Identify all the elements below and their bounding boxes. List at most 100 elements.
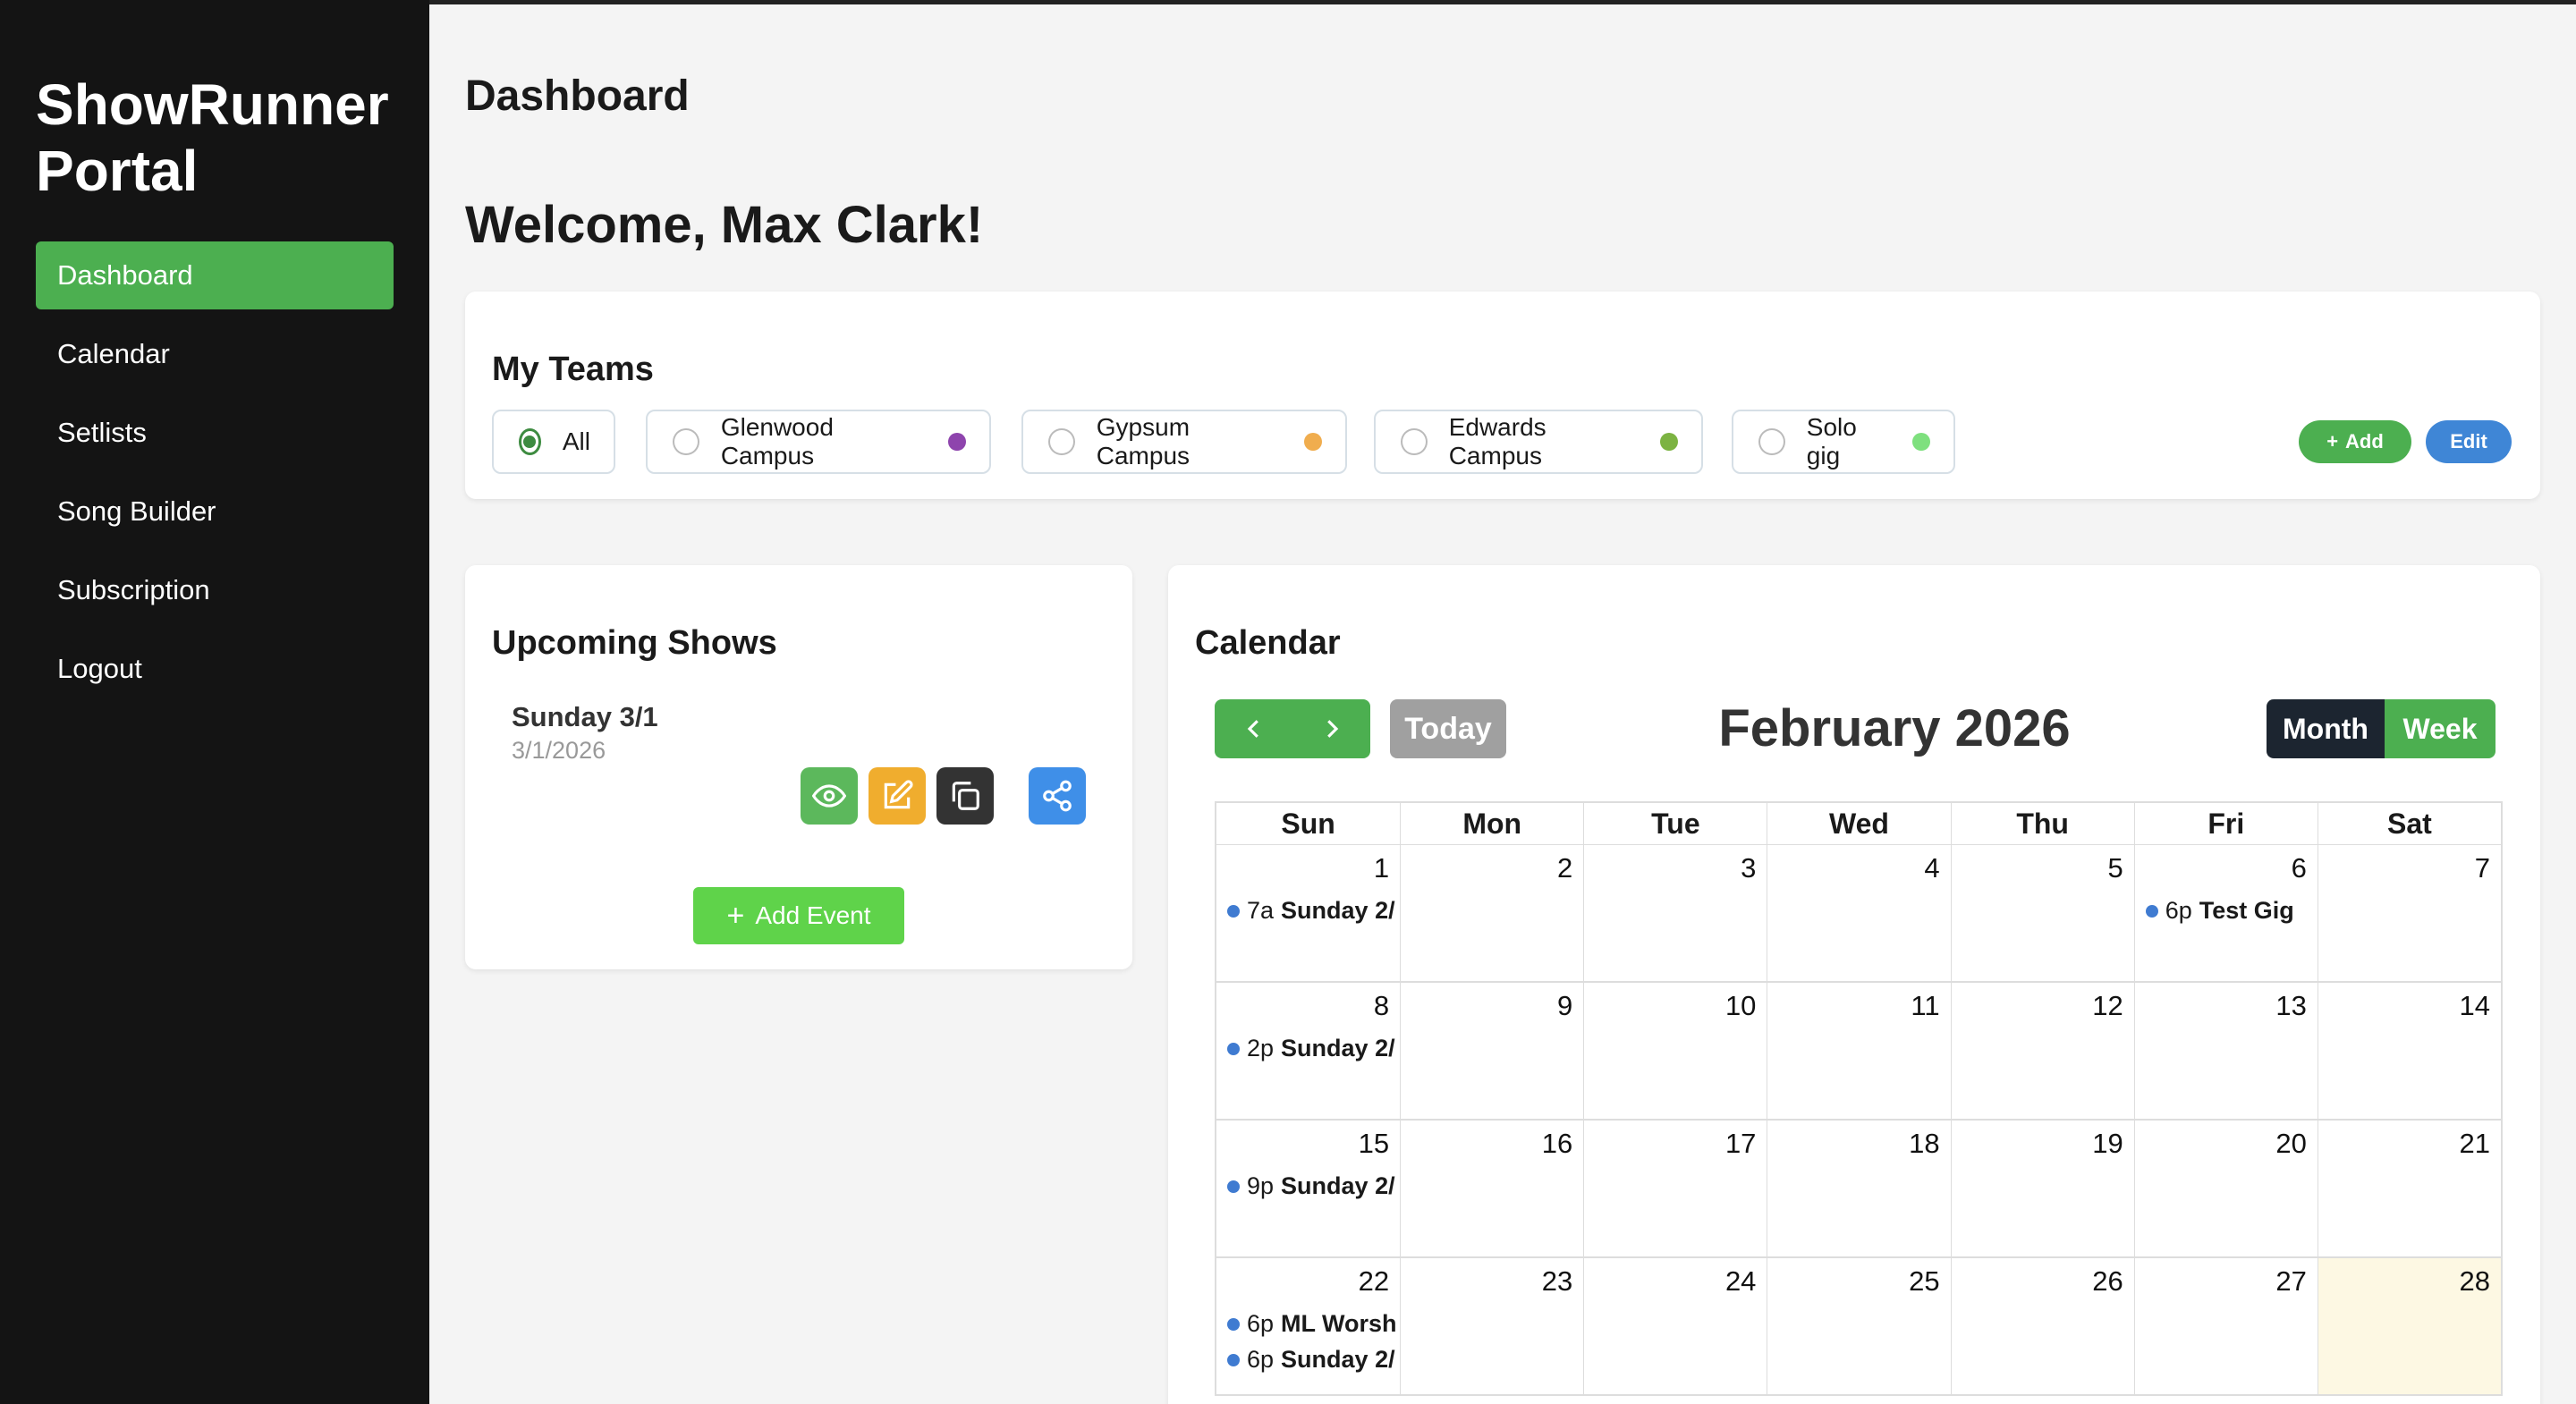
sidebar-item-setlists[interactable]: Setlists (36, 399, 394, 467)
brand-title: ShowRunner Portal (36, 72, 389, 203)
team-label: Gypsum Campus (1096, 413, 1191, 469)
day-number: 15 (1358, 1128, 1390, 1159)
day-number: 9 (1557, 990, 1573, 1021)
calendar-day-cell[interactable]: 8 2p Sunday 2/ (1216, 983, 1400, 1119)
calendar-day-cell[interactable]: 14 (2317, 983, 2501, 1119)
today-button[interactable]: Today (1390, 699, 1506, 758)
calendar-event[interactable]: 6p Sunday 2/ (1227, 1346, 1395, 1374)
calendar-day-cell[interactable]: 19 (1950, 1121, 2134, 1256)
calendar-nav-group (1215, 699, 1370, 758)
calendar-day-cell[interactable]: 4 (1767, 845, 1950, 981)
calendar-day-cell[interactable]: 9 (1400, 983, 1583, 1119)
radio-icon[interactable] (1758, 428, 1785, 455)
radio-icon[interactable] (1401, 428, 1428, 455)
calendar-day-cell[interactable]: 26 (1950, 1258, 2134, 1394)
calendar-day-cell[interactable]: 16 (1400, 1121, 1583, 1256)
day-number: 16 (1541, 1128, 1573, 1159)
calendar-week-row: 1 7a Sunday 2/2 3 4 5 6 6p Test Gig 7 (1215, 845, 2503, 983)
calendar-day-cell[interactable]: 23 (1400, 1258, 1583, 1394)
calendar-event[interactable]: 7a Sunday 2/ (1227, 897, 1395, 925)
sidebar: ShowRunner Portal Dashboard Calendar Set… (0, 0, 429, 1404)
sidebar-item-logout[interactable]: Logout (36, 635, 394, 703)
weekday-header: Thu (1950, 803, 2134, 844)
day-number: 3 (1741, 852, 1757, 884)
calendar-day-cell[interactable]: 20 (2133, 1121, 2318, 1256)
calendar-week-row: 22 6p ML Worsh 6p Sunday 2/23 24 25 26 27 28 (1215, 1258, 2503, 1396)
team-color-dot (948, 433, 966, 451)
day-number: 23 (1541, 1265, 1573, 1297)
calendar-day-cell[interactable]: 17 (1583, 1121, 1767, 1256)
team-chip-edwards[interactable]: Edwards Campus (1374, 410, 1703, 474)
event-time: 6p (1247, 1346, 1275, 1373)
calendar-event[interactable]: 9p Sunday 2/ (1227, 1172, 1395, 1200)
duplicate-show-button[interactable] (936, 767, 994, 825)
day-number: 4 (1924, 852, 1940, 884)
sidebar-item-song-builder[interactable]: Song Builder (36, 478, 394, 546)
day-number: 25 (1909, 1265, 1940, 1297)
prev-month-button[interactable] (1215, 699, 1292, 758)
team-chip-all[interactable]: All (492, 410, 615, 474)
team-chip-gypsum[interactable]: Gypsum Campus (1021, 410, 1347, 474)
calendar-day-cell[interactable]: 18 (1767, 1121, 1950, 1256)
plus-icon: + (2326, 430, 2339, 452)
page-title: Dashboard (465, 72, 690, 120)
calendar-day-cell[interactable]: 10 (1583, 983, 1767, 1119)
add-event-button[interactable]: + Add Event (693, 887, 904, 944)
calendar-day-cell-today[interactable]: 28 (2317, 1258, 2501, 1394)
calendar-day-cell[interactable]: 5 (1950, 845, 2134, 981)
day-number: 26 (2092, 1265, 2123, 1297)
weekday-header: Sat (2317, 803, 2501, 844)
edit-teams-button[interactable]: Edit (2426, 420, 2512, 463)
radio-checked-icon[interactable] (519, 428, 541, 455)
calendar-day-cell[interactable]: 11 (1767, 983, 1950, 1119)
day-number: 17 (1724, 1128, 1757, 1159)
event-title: Sunday 2/ (1281, 1346, 1395, 1373)
weekday-header: Fri (2133, 803, 2318, 844)
edit-show-button[interactable] (869, 767, 926, 825)
calendar-day-cell[interactable]: 3 (1583, 845, 1767, 981)
calendar-event[interactable]: 2p Sunday 2/ (1227, 1035, 1395, 1062)
team-chip-glenwood[interactable]: Glenwood Campus (646, 410, 991, 474)
event-dot-icon (1227, 1180, 1240, 1193)
share-show-button[interactable] (1029, 767, 1086, 825)
calendar-day-cell[interactable]: 22 6p ML Worsh 6p Sunday 2/ (1216, 1258, 1400, 1394)
calendar-day-cell[interactable]: 13 (2133, 983, 2318, 1119)
next-month-button[interactable] (1292, 699, 1370, 758)
view-week-button[interactable]: Week (2385, 699, 2496, 758)
calendar-day-cell[interactable]: 1 7a Sunday 2/ (1216, 845, 1400, 981)
top-strip (429, 0, 2576, 4)
sidebar-item-calendar[interactable]: Calendar (36, 320, 394, 388)
show-date: 3/1/2026 (512, 737, 606, 764)
team-chip-solo[interactable]: Solo gig (1732, 410, 1955, 474)
radio-icon[interactable] (1048, 428, 1075, 455)
calendar-day-cell[interactable]: 21 (2317, 1121, 2501, 1256)
calendar-day-cell[interactable]: 25 (1767, 1258, 1950, 1394)
day-number: 24 (1724, 1265, 1757, 1297)
day-number: 11 (1911, 990, 1940, 1021)
event-dot-icon (2145, 904, 2158, 918)
sidebar-item-subscription[interactable]: Subscription (36, 556, 394, 624)
team-color-dot (1912, 433, 1931, 451)
calendar-day-cell[interactable]: 15 9p Sunday 2/ (1216, 1121, 1400, 1256)
calendar-day-cell[interactable]: 27 (2133, 1258, 2318, 1394)
teams-card: My Teams All Glenwood Campus Gypsum Camp… (465, 292, 2540, 499)
calendar-event[interactable]: 6p Test Gig (2145, 897, 2294, 925)
add-team-button[interactable]: + Add (2299, 420, 2411, 463)
calendar-day-cell[interactable]: 12 (1950, 983, 2134, 1119)
calendar-card: Calendar Today February 2026 Month Week … (1168, 565, 2540, 1404)
calendar-day-cell[interactable]: 6 6p Test Gig (2133, 845, 2318, 981)
view-show-button[interactable] (801, 767, 858, 825)
calendar-day-cell[interactable]: 24 (1583, 1258, 1767, 1394)
event-dot-icon (1227, 1353, 1240, 1366)
view-switch: Month Week (2267, 699, 2496, 758)
event-title: Test Gig (2199, 897, 2294, 924)
calendar-day-cell[interactable]: 7 (2317, 845, 2501, 981)
day-number: 7 (2474, 852, 2490, 884)
calendar-day-cell[interactable]: 2 (1400, 845, 1583, 981)
radio-icon[interactable] (673, 428, 699, 455)
calendar-event[interactable]: 6p ML Worsh (1227, 1310, 1397, 1338)
chevron-right-icon (1326, 720, 1338, 738)
sidebar-item-dashboard[interactable]: Dashboard (36, 241, 394, 309)
view-month-button[interactable]: Month (2267, 699, 2385, 758)
day-number: 2 (1557, 852, 1573, 884)
